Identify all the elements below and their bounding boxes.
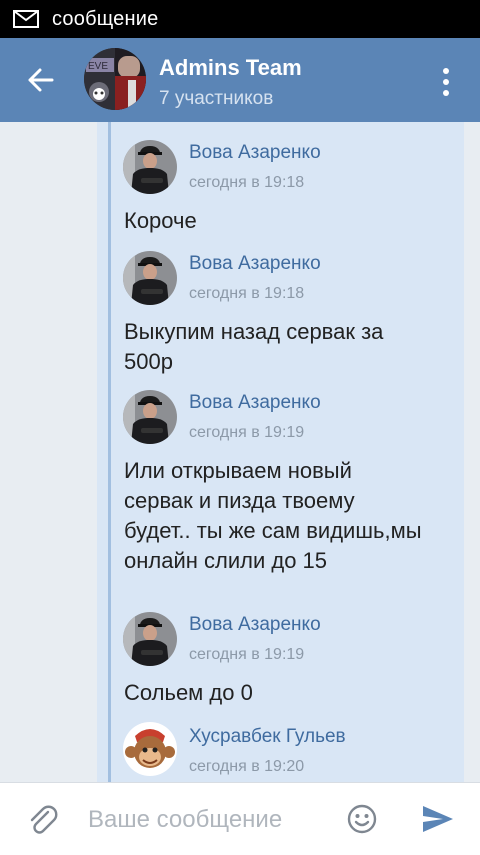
author-avatar[interactable] — [123, 612, 177, 666]
author-name[interactable]: Вова Азаренко — [189, 142, 321, 164]
paperclip-icon[interactable] — [26, 803, 58, 837]
author-name[interactable]: Вова Азаренко — [189, 392, 321, 414]
message-text: Или открываем новый сервак и пизда твоем… — [124, 458, 422, 573]
author-name[interactable]: Вова Азаренко — [189, 614, 321, 636]
author-avatar[interactable] — [123, 251, 177, 305]
emoji-icon[interactable] — [346, 803, 378, 835]
members-count[interactable]: 7 участников — [159, 88, 273, 110]
notification-text: сообщение — [52, 8, 159, 30]
chat-title: Admins Team — [159, 55, 302, 80]
author-name[interactable]: Хусравбек Гульев — [189, 726, 346, 748]
mail-icon — [13, 10, 39, 28]
message-input[interactable] — [86, 801, 330, 839]
author-avatar[interactable] — [123, 140, 177, 194]
message-composer — [0, 782, 480, 855]
arrow-left-icon[interactable] — [20, 60, 64, 100]
forward-indicator-line — [108, 122, 111, 782]
author-avatar[interactable] — [123, 390, 177, 444]
send-icon[interactable] — [420, 803, 456, 835]
message-list[interactable]: Вова Азаренко сегодня в 19:18 Короче Вов… — [0, 122, 480, 782]
message-time: сегодня в 19:20 — [189, 758, 305, 775]
group-avatar[interactable]: EVE — [84, 48, 146, 110]
more-vertical-icon[interactable] — [434, 64, 458, 100]
message-time: сегодня в 19:18 — [189, 174, 305, 191]
message-time: сегодня в 19:18 — [189, 285, 305, 302]
message-text: Короче — [124, 208, 197, 233]
author-avatar[interactable] — [123, 722, 177, 776]
svg-text:EVE: EVE — [88, 61, 108, 72]
message-text: Сольем до 0 — [124, 680, 253, 705]
chat-header: EVE Admins Team 7 участников — [0, 38, 480, 122]
status-bar: сообщение — [0, 0, 480, 38]
author-name[interactable]: Вова Азаренко — [189, 253, 321, 275]
message-text: Выкупим назад сервак за 500р — [124, 319, 384, 374]
message-time: сегодня в 19:19 — [189, 424, 305, 441]
message-time: сегодня в 19:19 — [189, 646, 305, 663]
